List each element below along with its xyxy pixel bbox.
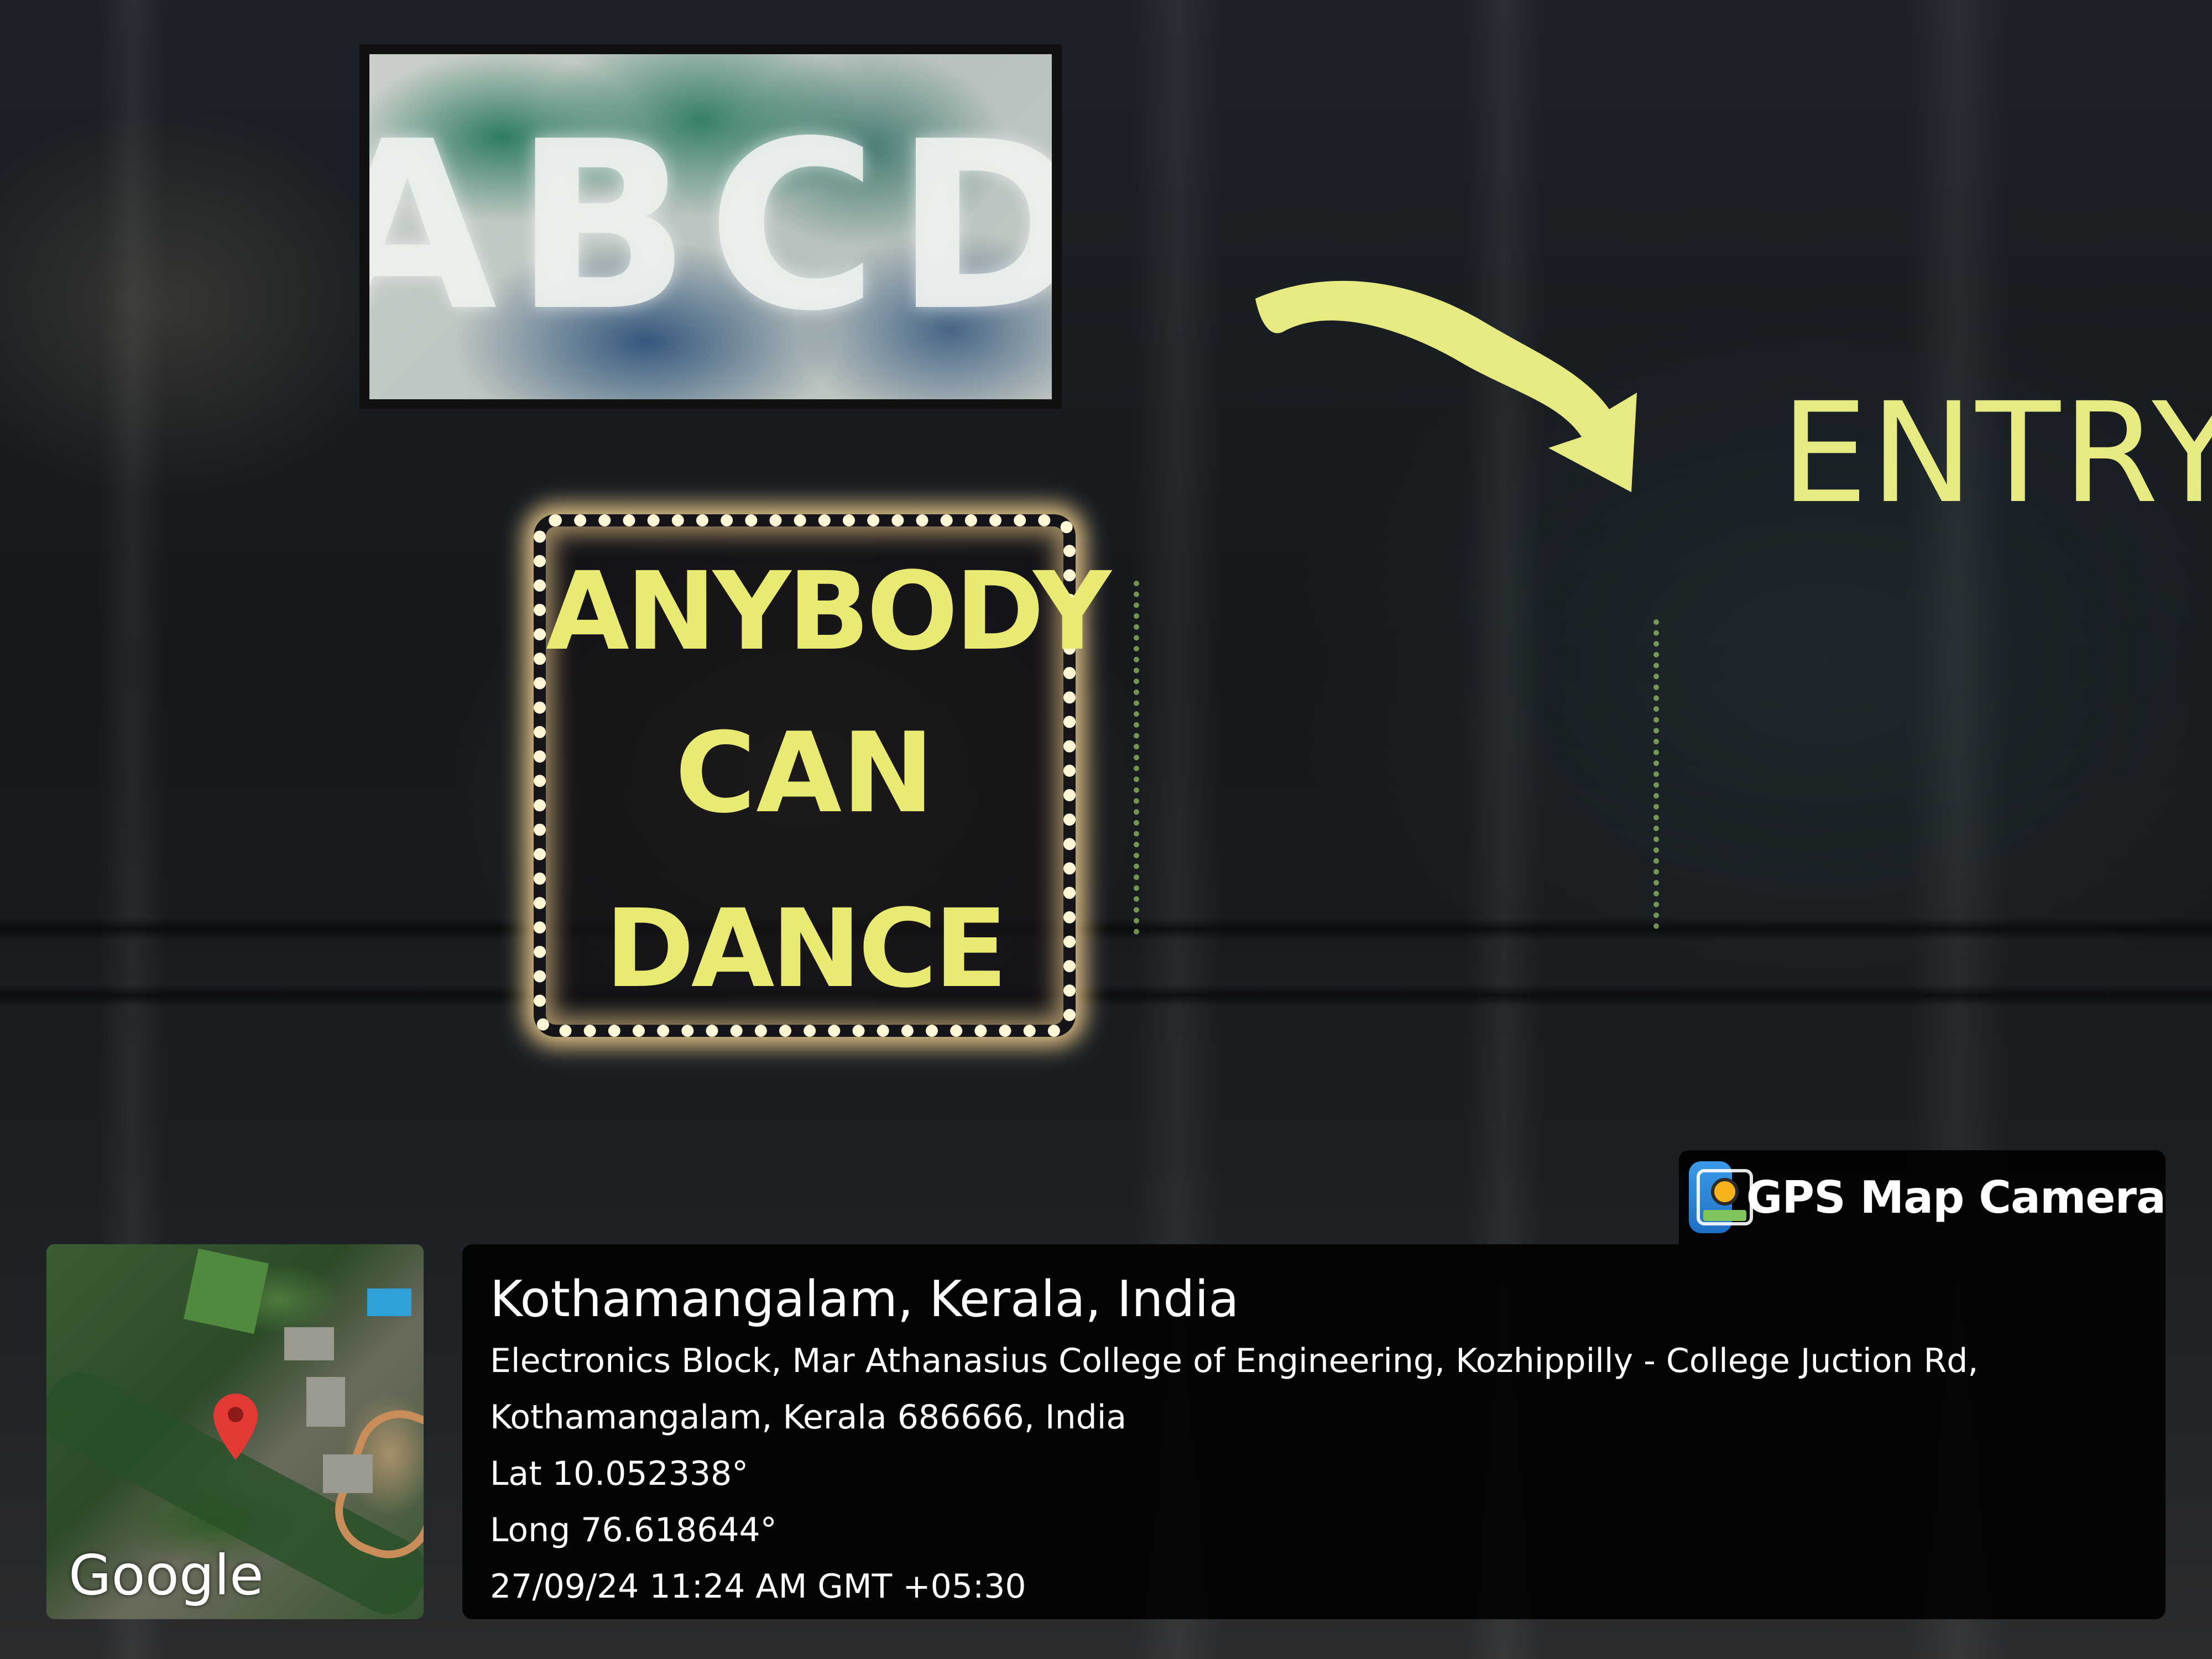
gps-map-camera-badge: GPS Map Camera	[1679, 1150, 2166, 1244]
location-pin-icon	[213, 1394, 258, 1460]
tarp-seam	[0, 918, 2212, 940]
address-line-1: Electronics Block, Mar Athanasius Colleg…	[490, 1342, 1979, 1380]
datetime: 27/09/24 11:24 AM GMT +05:30	[490, 1567, 1026, 1606]
board-text: ABCD	[369, 91, 1052, 362]
map-building	[323, 1454, 373, 1493]
sign-line-anybody: ANYBODY	[546, 549, 1112, 674]
green-light-strip	[1653, 619, 1659, 929]
mini-map: Google	[46, 1244, 424, 1619]
yellow-arrow	[1255, 280, 1637, 492]
google-logo: Google	[69, 1543, 264, 1608]
entry-label: ENTRY	[1781, 373, 2212, 534]
longitude: Long 76.618644°	[490, 1511, 777, 1550]
sign-line-dance: DANCE	[604, 886, 1008, 1011]
address-line-2: Kothamangalam, Kerala 686666, India	[490, 1398, 1127, 1437]
gps-map-camera-icon	[1689, 1161, 1753, 1233]
location-info-panel: Kothamangalam, Kerala, India Electronics…	[462, 1244, 2166, 1619]
map-building	[306, 1377, 345, 1427]
abcd-board: ABCD	[359, 44, 1062, 409]
map-building	[284, 1327, 334, 1360]
location-title: Kothamangalam, Kerala, India	[490, 1270, 1239, 1328]
sign-line-can: CAN	[675, 709, 935, 838]
map-pool	[367, 1288, 411, 1316]
tarp-seam	[0, 984, 2212, 1006]
latitude: Lat 10.052338°	[490, 1454, 749, 1493]
green-light-strip	[1134, 581, 1139, 935]
app-name: GPS Map Camera	[1746, 1171, 2166, 1223]
map-field	[183, 1248, 269, 1334]
led-lit-sign: ANYBODY CAN DANCE	[534, 514, 1112, 1037]
